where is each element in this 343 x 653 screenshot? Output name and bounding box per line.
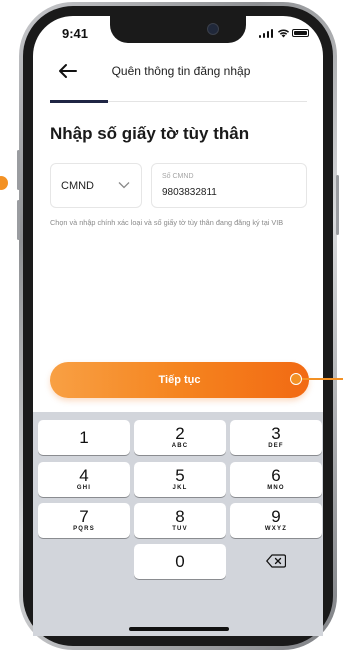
status-time: 9:41 [62,26,89,41]
key-9[interactable]: 9 WXYZ [230,503,322,538]
camera-icon [207,23,219,35]
key-digit: 0 [175,552,185,571]
key-digit: 1 [79,428,89,447]
continue-button[interactable]: Tiếp tục [50,362,309,398]
notch [110,16,246,43]
key-letters: DEF [268,443,284,449]
id-number-value[interactable]: 9803832811 [162,187,217,198]
key-2[interactable]: 2 ABC [134,420,226,455]
battery-icon [292,29,309,37]
key-letters: TUV [172,526,188,532]
progress-indicator [50,100,108,103]
page-title: Nhập số giấy tờ tùy thân [50,124,250,143]
key-0[interactable]: 0 [134,544,226,579]
key-digit: 3 [271,424,281,443]
key-3[interactable]: 3 DEF [230,420,322,455]
key-letters: ABC [171,443,189,449]
key-letters: JKL [172,485,188,491]
key-digit: 5 [175,466,185,485]
wifi-icon [277,29,290,38]
id-type-value: CMND [61,180,94,192]
key-digit: 6 [271,466,281,485]
id-number-field[interactable] [151,163,307,208]
key-digit: 9 [271,507,281,526]
home-indicator [129,627,229,631]
phone-side-button [17,150,20,190]
annotation-dot [0,176,8,190]
phone-side-button [17,200,20,240]
key-letters: WXYZ [264,526,288,532]
key-letters: PQRS [73,526,95,532]
key-letters: GHI [76,485,92,491]
annotation-dot [290,373,302,385]
key-letters: MNO [267,485,285,491]
key-digit: 2 [175,424,185,443]
hint-text: Chọn và nhập chính xác loại và số giấy t… [50,218,284,227]
back-arrow-icon[interactable] [58,62,78,80]
key-digit: 7 [79,507,89,526]
key-6[interactable]: 6 MNO [230,462,322,497]
phone-side-button [336,175,339,235]
annotation-line [296,378,343,380]
key-digit: 8 [175,507,185,526]
header-title: Quên thông tin đăng nhập [111,64,251,78]
key-7[interactable]: 7 PQRS [38,503,130,538]
chevron-down-icon [118,182,130,189]
key-5[interactable]: 5 JKL [134,462,226,497]
key-8[interactable]: 8 TUV [134,503,226,538]
key-4[interactable]: 4 GHI [38,462,130,497]
backspace-icon [266,554,286,568]
signal-icon [259,29,273,38]
delete-key[interactable] [230,544,322,579]
key-digit: 4 [79,466,89,485]
id-number-label: Số CMND [162,173,194,180]
key-1[interactable]: 1 [38,420,130,455]
